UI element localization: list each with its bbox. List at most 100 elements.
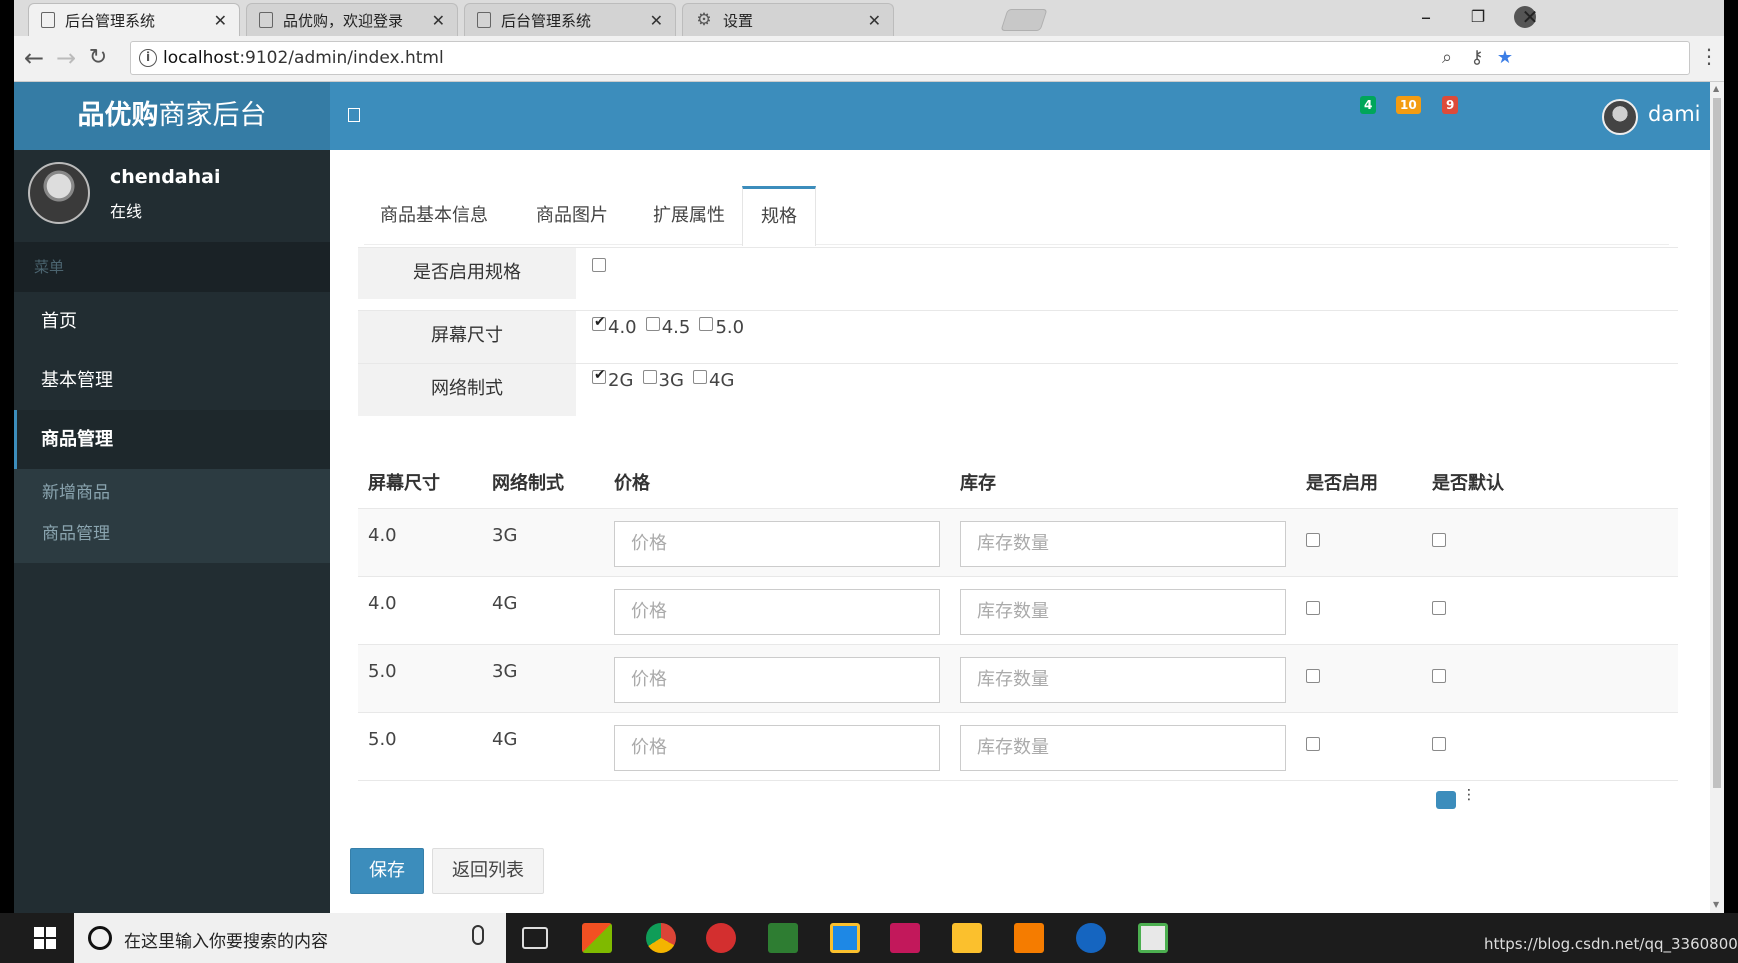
browser-toolbar: ← → ↻ i localhost:9102/admin/index.html … <box>14 36 1724 82</box>
app-icon[interactable] <box>768 923 798 953</box>
spec-options: 2G 3G 4G <box>576 364 1678 416</box>
sidebar-item-goods-management[interactable]: 商品管理 <box>14 410 330 469</box>
forward-arrow-icon[interactable]: → <box>50 42 82 74</box>
enable-spec-checkbox[interactable] <box>592 258 606 272</box>
microphone-icon[interactable] <box>472 925 484 945</box>
chevron-down-icon[interactable]: ⋮ <box>1462 787 1476 803</box>
option-checkbox[interactable] <box>645 317 660 331</box>
spec-option[interactable]: 3G <box>642 370 684 391</box>
spec-option[interactable]: 4G <box>693 370 734 391</box>
user-panel: chendahai 在线 <box>14 150 330 242</box>
network-cell: 3G <box>492 525 518 546</box>
spec-option[interactable]: 5.0 <box>699 317 744 338</box>
enabled-checkbox[interactable] <box>1306 533 1320 547</box>
enabled-checkbox[interactable] <box>1306 601 1320 615</box>
sidebar-subitem-goods-list[interactable]: 商品管理 <box>14 514 330 555</box>
vertical-scrollbar[interactable]: ▲ ▼ <box>1710 82 1724 913</box>
tab-specification[interactable]: 规格 <box>742 186 816 246</box>
back-arrow-icon[interactable]: ← <box>18 42 50 74</box>
scrollbar-thumb[interactable] <box>1713 98 1721 788</box>
sidebar-subitem-add-goods[interactable]: 新增商品 <box>14 473 330 514</box>
stock-input[interactable]: 库存数量 <box>960 521 1286 567</box>
address-bar[interactable]: i localhost:9102/admin/index.html ⌕ ⚷ ★ <box>130 41 1690 75</box>
save-button[interactable]: 保存 <box>350 848 424 894</box>
app-icon[interactable] <box>830 923 860 953</box>
user-icon[interactable] <box>1436 791 1456 809</box>
price-input[interactable]: 价格 <box>614 657 940 703</box>
browser-tab-settings[interactable]: ⚙ 设置 ✕ <box>682 3 894 36</box>
close-icon[interactable]: ✕ <box>868 11 881 30</box>
file-explorer-icon[interactable] <box>952 923 982 953</box>
key-icon[interactable]: ⚷ <box>1465 47 1489 68</box>
user-status: 在线 <box>110 202 143 221</box>
tab-images[interactable]: 商品图片 <box>512 186 632 245</box>
default-checkbox[interactable] <box>1432 601 1446 615</box>
scroll-up-icon[interactable]: ▲ <box>1713 84 1719 93</box>
new-tab-button[interactable] <box>1000 9 1048 31</box>
price-input[interactable]: 价格 <box>614 589 940 635</box>
app-icon[interactable] <box>1076 923 1106 953</box>
star-icon[interactable]: ★ <box>1493 47 1517 68</box>
intellij-icon[interactable] <box>890 923 920 953</box>
page-icon <box>41 12 55 28</box>
notification-badge[interactable]: 4 <box>1360 96 1377 114</box>
enabled-checkbox[interactable] <box>1306 737 1320 751</box>
stock-input[interactable]: 库存数量 <box>960 657 1286 703</box>
zoom-icon[interactable]: ⌕ <box>1435 47 1459 68</box>
default-checkbox[interactable] <box>1432 737 1446 751</box>
app-icon[interactable] <box>706 923 736 953</box>
menu-header: 菜单 <box>14 242 330 292</box>
cortana-icon[interactable] <box>88 926 112 950</box>
sidebar-toggle-icon[interactable] <box>348 108 360 122</box>
price-input[interactable]: 价格 <box>614 725 940 771</box>
close-window-button[interactable]: ✕ <box>1504 0 1556 34</box>
enable-spec-row: 是否启用规格 <box>358 247 1678 299</box>
menu-dots-icon[interactable]: ⋮ <box>1699 44 1719 68</box>
enabled-checkbox[interactable] <box>1306 669 1320 683</box>
sidebar-item-home[interactable]: 首页 <box>14 292 330 351</box>
minimize-button[interactable]: – <box>1400 0 1452 34</box>
logo[interactable]: 品优购商家后台 <box>14 82 330 150</box>
option-checkbox[interactable] <box>592 367 606 384</box>
taskbar-search[interactable]: 在这里输入你要搜索的内容 <box>74 913 506 963</box>
restore-button[interactable]: ❐ <box>1452 0 1504 34</box>
reload-icon[interactable]: ↻ <box>82 42 114 74</box>
option-checkbox[interactable] <box>592 314 606 331</box>
task-badge[interactable]: 10 <box>1396 96 1421 114</box>
default-checkbox[interactable] <box>1432 533 1446 547</box>
close-icon[interactable]: ✕ <box>214 11 227 30</box>
back-to-list-button[interactable]: 返回列表 <box>432 848 544 894</box>
stock-input[interactable]: 库存数量 <box>960 589 1286 635</box>
message-badge[interactable]: 9 <box>1442 96 1459 114</box>
scroll-down-icon[interactable]: ▼ <box>1713 900 1719 909</box>
spec-option[interactable]: 2G <box>592 367 633 391</box>
top-username[interactable]: dami <box>1648 102 1701 126</box>
pdf-icon[interactable] <box>1014 923 1044 953</box>
browser-tab-strip: 后台管理系统 ✕ 品优购，欢迎登录 ✕ 后台管理系统 ✕ ⚙ 设置 ✕ – ❐ … <box>14 0 1724 36</box>
column-header: 价格 <box>614 473 650 494</box>
spec-option[interactable]: 4.5 <box>645 317 690 338</box>
spec-option[interactable]: 4.0 <box>592 314 637 338</box>
sidebar-item-basic-management[interactable]: 基本管理 <box>14 351 330 410</box>
close-icon[interactable]: ✕ <box>432 11 445 30</box>
app-icon[interactable] <box>582 923 612 953</box>
stock-input[interactable]: 库存数量 <box>960 725 1286 771</box>
option-checkbox[interactable] <box>699 317 714 331</box>
task-view-icon[interactable] <box>522 927 548 949</box>
chrome-icon[interactable] <box>646 923 676 953</box>
default-checkbox[interactable] <box>1432 669 1446 683</box>
tab-basic-info[interactable]: 商品基本信息 <box>364 186 504 245</box>
sidebar-submenu: 新增商品 商品管理 <box>14 469 330 563</box>
browser-tab-admin-2[interactable]: 后台管理系统 ✕ <box>464 3 676 36</box>
windows-start-icon[interactable] <box>34 927 56 949</box>
price-input[interactable]: 价格 <box>614 521 940 567</box>
browser-tab-login[interactable]: 品优购，欢迎登录 ✕ <box>246 3 458 36</box>
info-icon[interactable]: i <box>139 49 157 67</box>
tab-extended-attributes[interactable]: 扩展属性 <box>630 186 748 245</box>
close-icon[interactable]: ✕ <box>650 11 663 30</box>
app-icon[interactable] <box>1138 923 1168 953</box>
avatar[interactable] <box>1602 99 1638 135</box>
browser-tab-admin-1[interactable]: 后台管理系统 ✕ <box>28 3 240 36</box>
option-checkbox[interactable] <box>642 370 657 384</box>
option-checkbox[interactable] <box>693 370 707 384</box>
